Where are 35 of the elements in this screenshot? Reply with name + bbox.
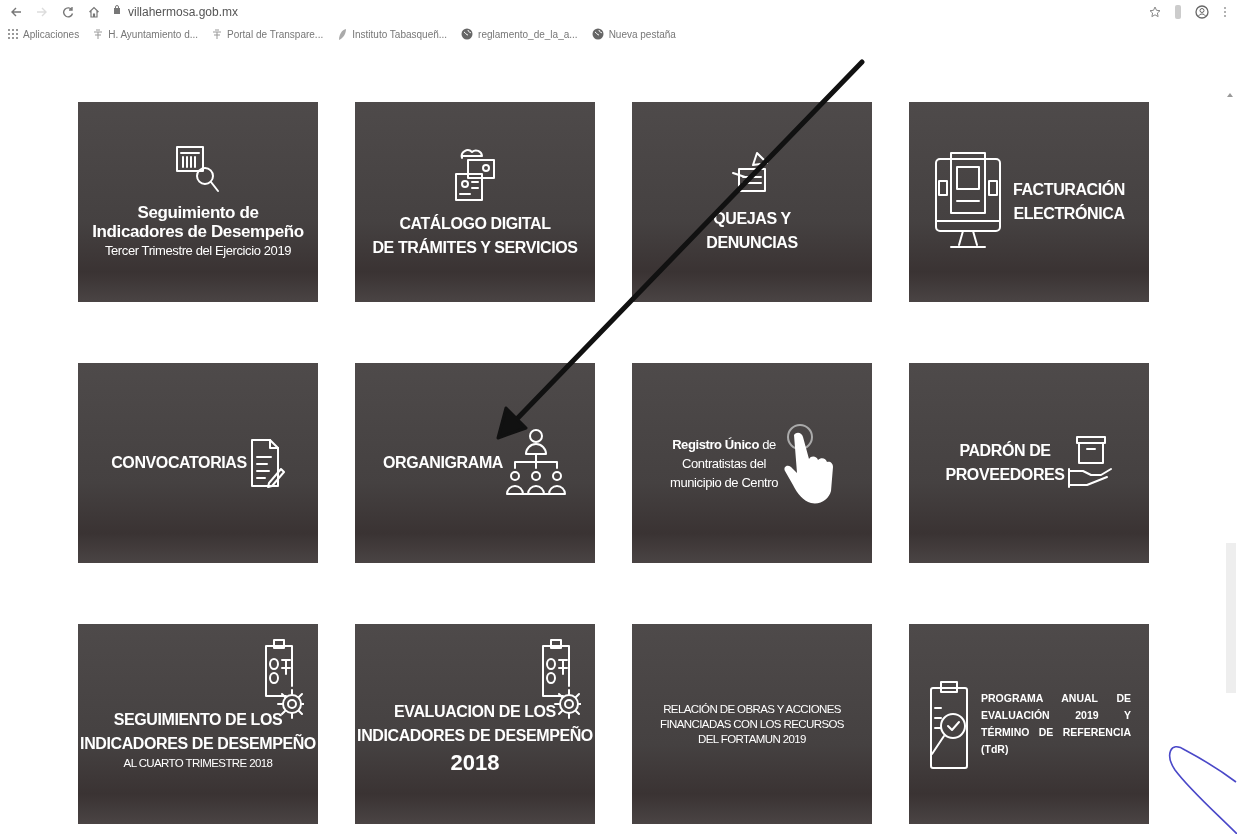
- star-icon[interactable]: [1149, 6, 1161, 18]
- tile-link[interactable]: ORGANIGRAMA: [355, 363, 595, 563]
- tile-link[interactable]: CATÁLOGO DIGITAL DE TRÁMITES Y SERVICIOS: [355, 102, 595, 302]
- document-pencil-icon: [248, 437, 285, 489]
- address-field[interactable]: villahermosa.gob.mx: [128, 5, 239, 19]
- menu-icon[interactable]: [1223, 6, 1227, 18]
- tile-link[interactable]: PADRÓN DE PROVEEDORES: [909, 363, 1149, 563]
- globe-icon: [461, 28, 474, 40]
- back-icon[interactable]: [10, 6, 22, 18]
- apps-grid-icon: [8, 29, 18, 39]
- bookmark-link[interactable]: Aplicaciones: [8, 28, 80, 40]
- bookmark-link[interactable]: reglamento_de_la_a...: [461, 28, 578, 40]
- bookmark-link[interactable]: Nueva pestaña: [591, 28, 676, 40]
- lock-icon: [114, 5, 120, 14]
- box-hand-icon: [1066, 435, 1113, 491]
- reload-icon[interactable]: [62, 6, 74, 18]
- bookmark-link[interactable]: H. Ayuntamiento d...: [93, 28, 199, 40]
- tile-link[interactable]: FACTURACIÓN ELECTRÓNICA: [909, 102, 1149, 302]
- globe-icon: [591, 28, 604, 40]
- tile-link[interactable]: EVALUACION DE LOS INDICADORES DE DESEMPEÑO 2018: [355, 624, 595, 824]
- profile-icon[interactable]: [1195, 5, 1209, 19]
- bookmark-link[interactable]: Portal de Transpare...: [212, 28, 324, 40]
- tile-link[interactable]: CONVOCATORIAS: [78, 363, 318, 563]
- chart-magnifier-icon: [175, 144, 221, 195]
- home-icon[interactable]: [88, 6, 100, 18]
- org-chart-icon: [505, 428, 567, 498]
- leaf-icon: [337, 28, 348, 40]
- bookmark-link[interactable]: Instituto Tabasqueñ...: [337, 28, 448, 40]
- tile-link[interactable]: Seguimiento de Indicadores de Desempeño Tercer Trimestre del Ejercicio 2019: [78, 102, 318, 302]
- tile-link[interactable]: QUEJAS Y DENUNCIAS: [632, 102, 872, 302]
- tile-link[interactable]: RELACIÓN DE OBRAS Y ACCIONES FINANCIADAS CON LOS RECURSOS DEL FORTAMUN 2019: [632, 624, 872, 824]
- tile-link[interactable]: Registro Único de Contratistas del municipio de Centro: [632, 363, 872, 563]
- clipboard-magnifier-icon: [927, 678, 971, 770]
- tile-link[interactable]: PROGRAMA ANUAL DE EVALUACIÓN 2019 Y TÉRMINO DE REFERENCIA (TdR): [909, 624, 1149, 824]
- tile-link[interactable]: SEGUIMIENTO DE LOS INDICADORES DE DESEMPEÑO AL CUARTO TRIMESTRE 2018: [78, 624, 318, 824]
